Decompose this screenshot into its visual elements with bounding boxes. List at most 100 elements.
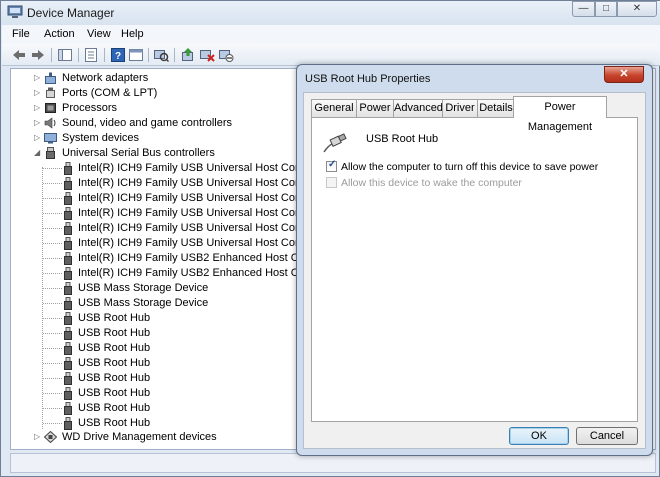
usb-device-row[interactable]: Intel(R) ICH9 Family USB2 Enhanced Host … [11,251,301,266]
usb-device-row[interactable]: Intel(R) ICH9 Family USB Universal Host … [11,176,301,191]
tree-connector [43,333,62,334]
menu-view[interactable]: View [87,28,111,40]
tree-category[interactable]: ▷ WD Drive Management devices [11,430,291,445]
tree-connector [43,318,62,319]
usb-device-row[interactable]: USB Mass Storage Device [11,281,301,296]
usb-device-label: USB Root Hub [78,357,151,369]
usb-device-row[interactable]: Intel(R) ICH9 Family USB Universal Host … [11,161,301,176]
usb-device-icon [64,237,72,250]
tree-category[interactable]: ▷ Network adapters [11,71,291,86]
expand-arrow-icon[interactable]: ▷ [34,89,42,97]
expand-arrow-icon[interactable]: ▷ [34,119,42,127]
back-icon[interactable] [11,47,27,63]
usb-device-row[interactable]: USB Root Hub [11,401,301,416]
usb-device-row[interactable]: USB Mass Storage Device [11,296,301,311]
ok-button[interactable]: OK [509,427,569,445]
expand-arrow-icon[interactable]: ▷ [34,433,42,441]
usb-device-row[interactable]: USB Root Hub [11,356,301,371]
tree-category[interactable]: ▷ Sound, video and game controllers [11,116,291,131]
minimize-button[interactable]: — [572,1,595,17]
close-icon: ✕ [632,3,642,14]
usb-device-icon [64,252,72,265]
toolbar-separator [174,48,175,62]
tree-category[interactable]: ▷ Processors [11,101,291,116]
usb-device-icon [64,282,72,295]
usb-device-label: Intel(R) ICH9 Family USB Universal Host … [78,192,301,204]
expand-arrow-icon[interactable]: ▷ [34,134,42,142]
tree-connector [43,213,62,214]
uninstall-icon[interactable] [199,47,215,63]
forward-icon[interactable] [30,47,46,63]
usb-device-icon [64,387,72,400]
maximize-button[interactable]: □ [595,1,617,17]
usb-device-row[interactable]: Intel(R) ICH9 Family USB Universal Host … [11,191,301,206]
network-adapter-icon [45,72,56,84]
dialog-body: General Power Advanced Driver Details Po… [303,92,646,449]
sound-icon [44,117,56,129]
usb-device-row[interactable]: USB Root Hub [11,326,301,341]
usb-device-label: Intel(R) ICH9 Family USB Universal Host … [78,207,301,219]
title-bar[interactable]: Device Manager — □ ✕ [1,1,660,25]
toolbar-separator [104,48,105,62]
tab-general[interactable]: General [311,99,357,117]
menu-help[interactable]: Help [121,28,144,40]
usb-device-icon [64,312,72,325]
tree-category[interactable]: ▷ System devices [11,131,291,146]
usb-device-row[interactable]: Intel(R) ICH9 Family USB2 Enhanced Host … [11,266,301,281]
dialog-close-button[interactable]: ✕ [604,66,644,83]
dialog-title: USB Root Hub Properties [305,73,431,85]
window-title: Device Manager [27,6,115,20]
usb-device-icon [64,402,72,415]
allow-power-off-label[interactable]: Allow the computer to turn off this devi… [341,161,598,173]
close-button[interactable]: ✕ [617,1,657,17]
port-icon [46,87,55,98]
console-icon[interactable] [128,47,144,63]
wd-drive-icon [44,431,57,443]
tree-connector [43,168,62,169]
tab-driver[interactable]: Driver [442,99,478,117]
help-icon[interactable]: ? [110,47,126,63]
disable-icon[interactable] [218,47,234,63]
tab-power[interactable]: Power [356,99,394,117]
usb-device-row[interactable]: USB Root Hub [11,371,301,386]
menu-action[interactable]: Action [44,28,75,40]
menu-file[interactable]: File [12,28,30,40]
expand-arrow-icon[interactable]: ▷ [34,74,42,82]
device-name: USB Root Hub [366,133,439,145]
tree-connector [43,288,62,289]
tab-advanced[interactable]: Advanced [393,99,443,117]
expand-arrow-icon[interactable]: ▷ [34,104,42,112]
usb-device-row[interactable]: Intel(R) ICH9 Family USB Universal Host … [11,206,301,221]
usb-device-label: USB Mass Storage Device [78,297,209,309]
usb-device-row[interactable]: Intel(R) ICH9 Family USB Universal Host … [11,221,301,236]
tree-category-usb[interactable]: ◢ Universal Serial Bus controllers [11,146,291,161]
usb-device-row[interactable]: USB Root Hub [11,311,301,326]
usb-device-label: Intel(R) ICH9 Family USB Universal Host … [78,177,301,189]
tree-category-label: Processors [62,102,118,114]
cancel-button[interactable]: Cancel [576,427,638,445]
svg-text:?: ? [115,51,121,62]
scan-hardware-icon[interactable] [153,47,169,63]
usb-device-icon [64,222,72,235]
usb-device-label: USB Root Hub [78,417,151,429]
power-management-page: USB Root Hub Allow the computer to turn … [311,117,638,422]
usb-device-row[interactable]: USB Root Hub [11,386,301,401]
properties-icon[interactable] [83,47,99,63]
allow-wake-checkbox [326,177,337,188]
show-hide-tree-icon[interactable] [57,47,73,63]
usb-device-row[interactable]: Intel(R) ICH9 Family USB Universal Host … [11,236,301,251]
tree-category-label: Network adapters [62,72,149,84]
update-driver-icon[interactable] [180,47,196,63]
collapse-arrow-icon[interactable]: ◢ [34,149,42,157]
usb-device-icon [64,327,72,340]
tab-details[interactable]: Details [477,99,515,117]
tab-power-management[interactable]: Power Management [513,96,607,133]
tree-category[interactable]: ▷ Ports (COM & LPT) [11,86,291,101]
usb-device-row[interactable]: USB Root Hub [11,416,301,431]
usb-device-icon [64,267,72,280]
status-bar [10,453,656,473]
usb-device-row[interactable]: USB Root Hub [11,341,301,356]
usb-device-icon [64,342,72,355]
allow-power-off-checkbox[interactable] [326,159,337,172]
usb-device-label: USB Root Hub [78,312,151,324]
